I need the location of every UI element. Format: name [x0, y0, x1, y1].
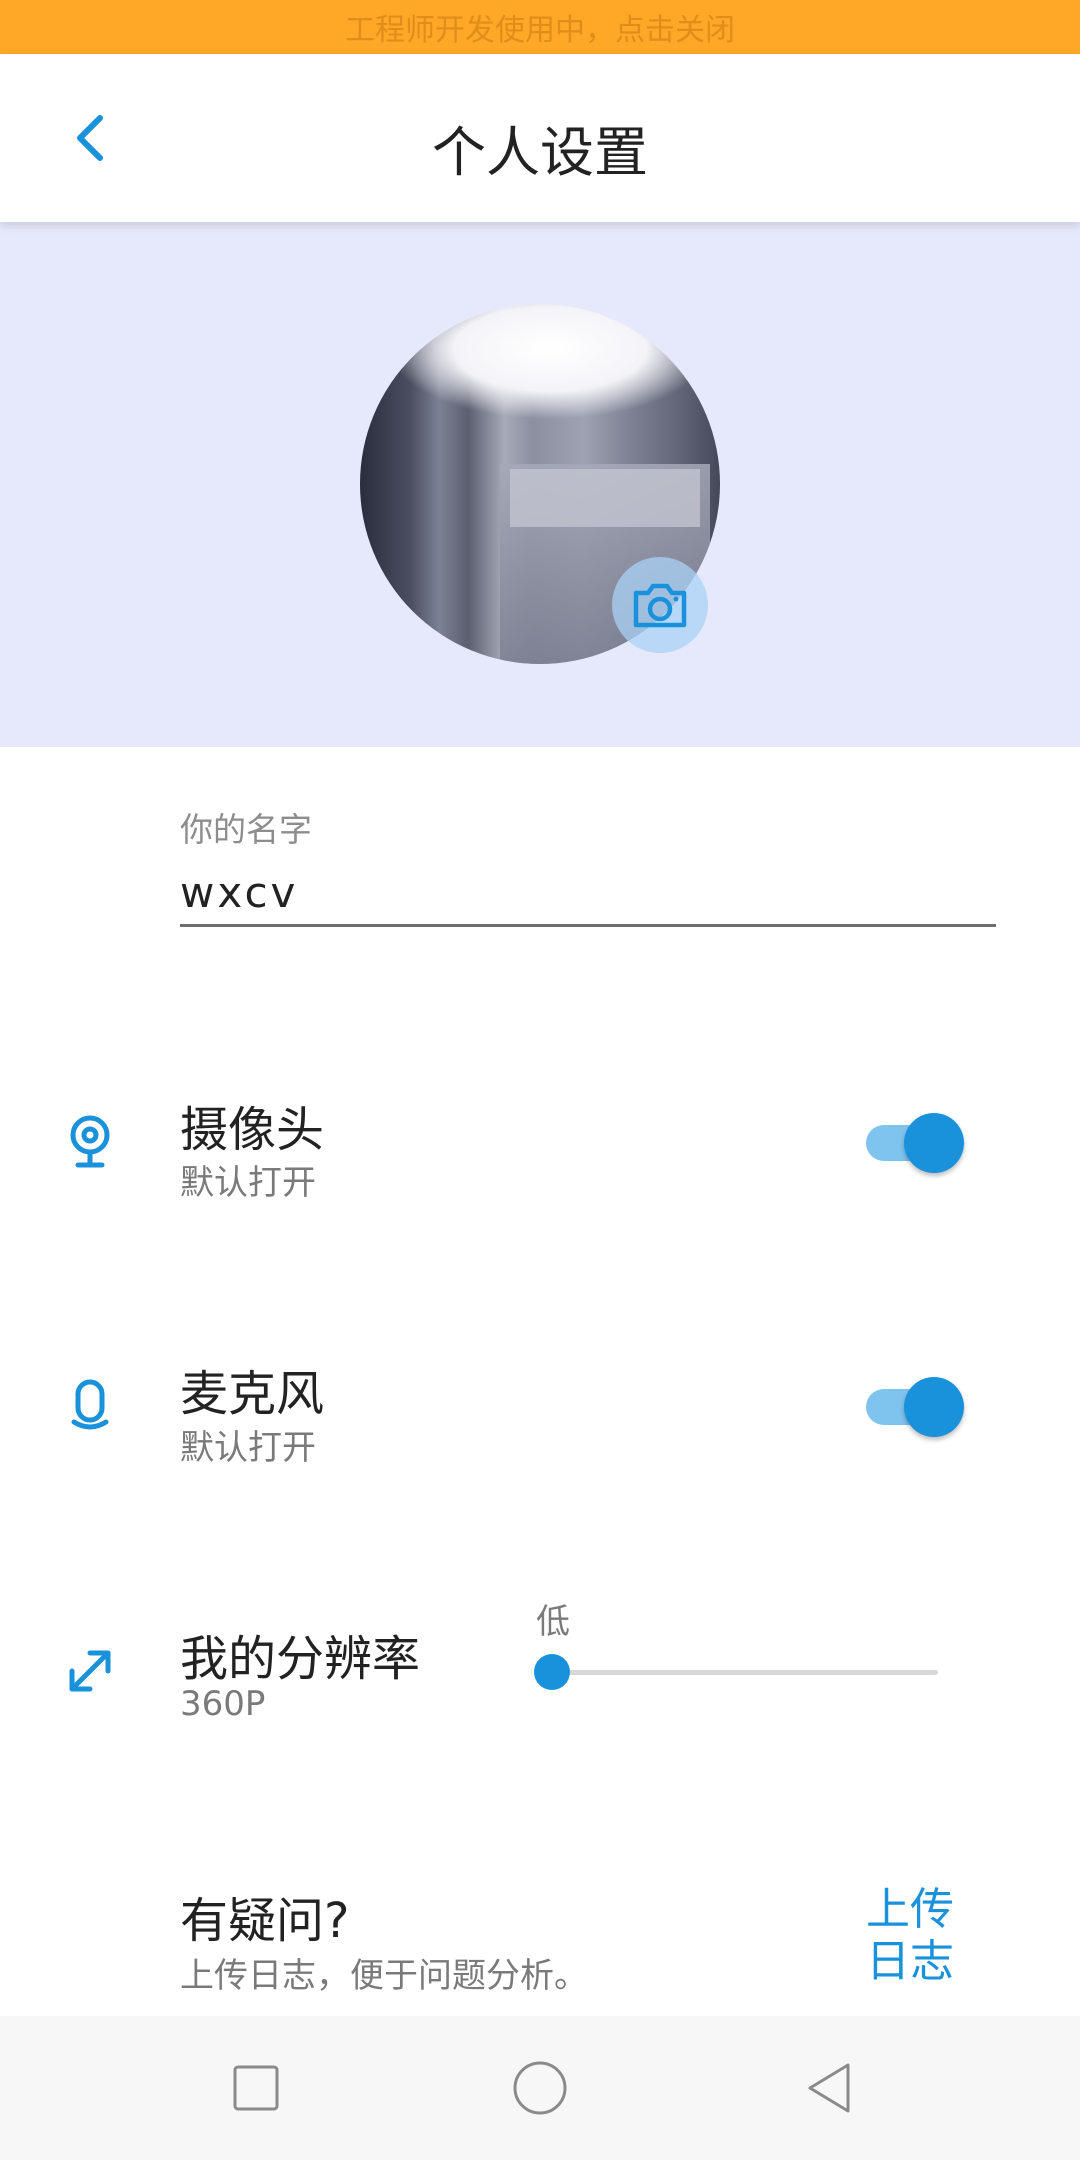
- dev-mode-banner[interactable]: 工程师开发使用中，点击关闭: [0, 0, 1080, 54]
- camera-setting-subtitle: 默认打开: [180, 1163, 316, 1203]
- resolution-setting-value: 360P: [180, 1684, 266, 1724]
- upload-log-button-line1: 上传: [866, 1884, 954, 1935]
- upload-log-button[interactable]: 上传 日志: [860, 1884, 960, 1988]
- resolution-slider[interactable]: [534, 1652, 938, 1692]
- mic-row-icon-wrap: [62, 1378, 118, 1434]
- dev-mode-banner-text: 工程师开发使用中，点击关闭: [345, 13, 735, 48]
- camera-toggle[interactable]: [864, 1111, 964, 1175]
- resolution-slider-rail: [552, 1670, 938, 1675]
- camera-toggle-thumb: [904, 1113, 964, 1173]
- expand-arrows-icon: [69, 1650, 111, 1692]
- help-title: 有疑问?: [180, 1893, 350, 1949]
- app-header: 个人设置: [0, 54, 1080, 222]
- screen: 工程师开发使用中，点击关闭 个人设置 你的名字 摄像头: [0, 0, 1080, 2160]
- resolution-setting-title: 我的分辨率: [180, 1631, 421, 1687]
- avatar-section: [0, 222, 1080, 747]
- resolution-slider-knob[interactable]: [534, 1654, 570, 1690]
- square-icon: [233, 2065, 279, 2111]
- microphone-setting-subtitle: 默认打开: [180, 1428, 316, 1468]
- nav-back-button[interactable]: [794, 2052, 866, 2124]
- circle-icon: [513, 2061, 567, 2115]
- home-button[interactable]: [504, 2052, 576, 2124]
- upload-log-button-line2: 日志: [866, 1936, 954, 1987]
- microphone-toggle[interactable]: [864, 1375, 964, 1439]
- microphone-setting-title: 麦克风: [180, 1366, 325, 1422]
- microphone-toggle-thumb: [904, 1377, 964, 1437]
- name-field-label: 你的名字: [180, 810, 312, 849]
- change-avatar-button[interactable]: [612, 557, 708, 653]
- triangle-back-icon: [808, 2063, 850, 2113]
- webcam-icon: [70, 1115, 110, 1168]
- resolution-level-label: 低: [536, 1602, 570, 1642]
- resolution-row-icon-wrap: [62, 1643, 118, 1699]
- help-subtitle: 上传日志，便于问题分析。: [180, 1956, 588, 1996]
- system-navigation-bar: [0, 2016, 1080, 2160]
- camera-icon: [633, 583, 687, 628]
- name-input[interactable]: [180, 860, 996, 927]
- camera-setting-title: 摄像头: [180, 1102, 325, 1158]
- recent-apps-button[interactable]: [220, 2052, 292, 2124]
- page-title: 个人设置: [432, 121, 648, 184]
- avatar-photo-detail-bar: [510, 469, 700, 527]
- microphone-icon: [71, 1379, 109, 1430]
- camera-row-icon-wrap: [62, 1113, 118, 1169]
